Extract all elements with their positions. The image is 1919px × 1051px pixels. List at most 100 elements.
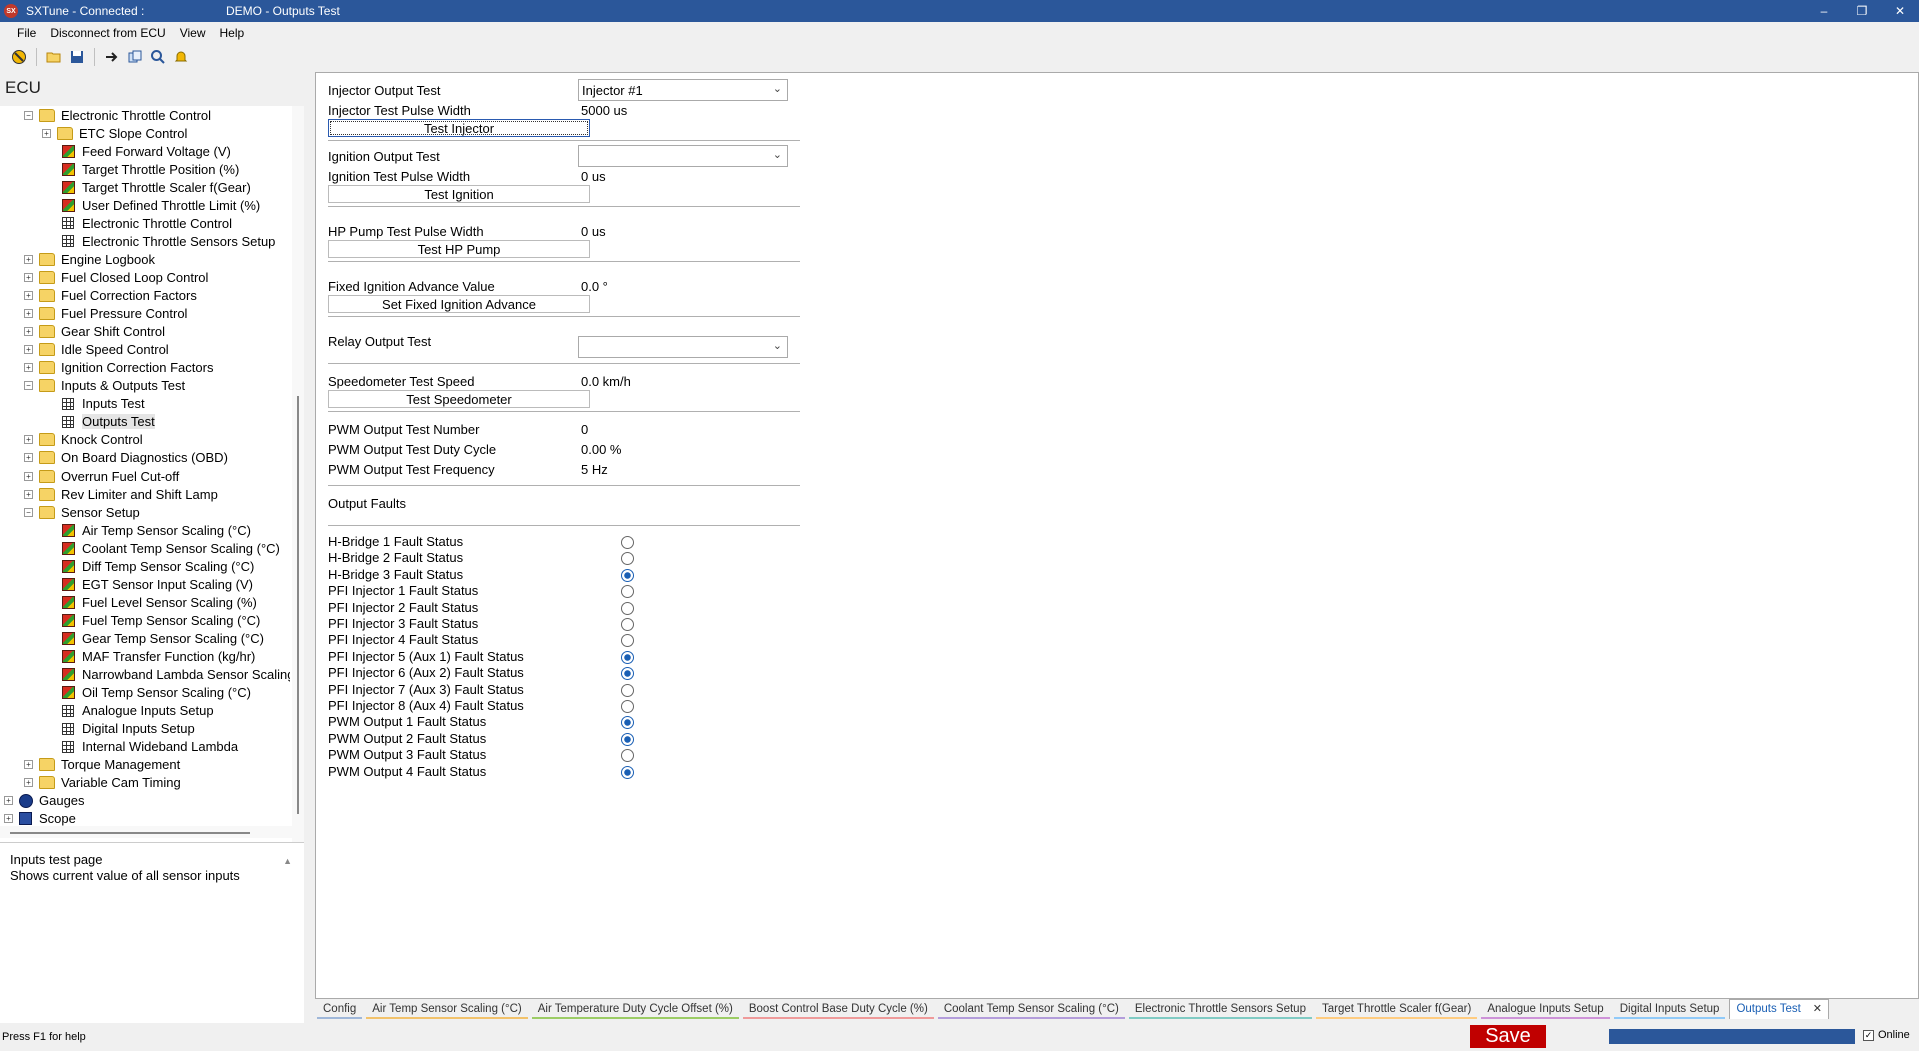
tree-item[interactable]: Fuel Temp Sensor Scaling (°C) — [62, 611, 260, 629]
doc-tab[interactable]: Boost Control Base Duty Cycle (%) — [742, 1001, 934, 1019]
pwm-number-field[interactable]: 0 — [578, 420, 690, 439]
save-button[interactable]: Save — [1470, 1025, 1546, 1048]
tree-item[interactable]: Air Temp Sensor Scaling (°C) — [62, 521, 251, 539]
ignition-output-select[interactable]: ⌄ — [578, 145, 788, 167]
expand-icon[interactable]: + — [24, 760, 33, 770]
doc-tab[interactable]: Outputs Test ✕ — [1729, 999, 1830, 1019]
tree-item[interactable]: Electronic Throttle Control — [62, 214, 232, 232]
doc-tab[interactable]: Air Temperature Duty Cycle Offset (%) — [531, 1001, 739, 1019]
relay-output-select[interactable]: ⌄ — [578, 336, 788, 358]
tree-item[interactable]: + Ignition Correction Factors — [24, 359, 213, 377]
tree-item[interactable]: MAF Transfer Function (kg/hr) — [62, 648, 255, 666]
tree-item[interactable]: + Variable Cam Timing — [24, 774, 181, 792]
tree-item[interactable]: + Gauges — [4, 792, 85, 810]
tree-item[interactable]: Target Throttle Scaler f(Gear) — [62, 178, 251, 196]
expand-icon[interactable]: + — [42, 128, 51, 138]
tree-item[interactable]: Electronic Throttle Sensors Setup — [62, 232, 275, 250]
expand-icon[interactable]: + — [4, 814, 13, 824]
open-icon[interactable] — [45, 48, 63, 66]
copy-icon[interactable] — [126, 48, 144, 66]
search-icon[interactable] — [149, 48, 167, 66]
tree-item[interactable]: + Fuel Correction Factors — [24, 287, 197, 305]
close-button[interactable]: ✕ — [1881, 0, 1919, 22]
tree-item[interactable]: Internal Wideband Lambda — [62, 738, 238, 756]
tree-item[interactable]: + ETC Slope Control — [42, 124, 187, 142]
expand-icon[interactable]: + — [24, 291, 33, 300]
tree-item[interactable]: + Rev Limiter and Shift Lamp — [24, 485, 218, 503]
close-tab-icon[interactable]: ✕ — [1813, 1003, 1822, 1015]
expand-icon[interactable]: + — [24, 363, 33, 373]
online-toggle[interactable]: ✓ Online — [1863, 1029, 1910, 1041]
tree-item[interactable]: Narrowband Lambda Sensor Scaling — [62, 666, 290, 684]
doc-tab[interactable]: Coolant Temp Sensor Scaling (°C) — [937, 1001, 1125, 1019]
disconnect-icon[interactable] — [10, 48, 28, 66]
restore-button[interactable]: ❐ — [1843, 0, 1881, 22]
collapse-icon[interactable]: − — [24, 507, 33, 517]
expand-icon[interactable]: + — [24, 453, 33, 463]
tree-item[interactable]: + Engine Logbook — [24, 250, 155, 268]
expand-icon[interactable]: + — [24, 489, 33, 499]
injector-pw-field[interactable]: 5000 us — [578, 101, 690, 120]
doc-tab[interactable]: Config — [317, 1001, 363, 1019]
expand-icon[interactable]: + — [24, 435, 33, 445]
send-icon[interactable] — [103, 48, 121, 66]
tree-item[interactable]: Gear Temp Sensor Scaling (°C) — [62, 629, 264, 647]
minimize-button[interactable]: – — [1805, 0, 1843, 22]
test-ignition-button[interactable]: Test Ignition — [328, 185, 590, 203]
menu-disconnect[interactable]: Disconnect from ECU — [43, 26, 172, 40]
tree-item[interactable]: + On Board Diagnostics (OBD) — [24, 449, 228, 467]
scroll-up-icon[interactable]: ▲ — [283, 853, 292, 869]
tree-item[interactable]: Analogue Inputs Setup — [62, 702, 214, 720]
online-checkbox[interactable]: ✓ — [1863, 1029, 1874, 1041]
panel-splitter[interactable] — [304, 72, 315, 1007]
hp-pump-pw-field[interactable]: 0 us — [578, 222, 690, 241]
tree-item[interactable]: Feed Forward Voltage (V) — [62, 142, 231, 160]
expand-icon[interactable]: + — [24, 254, 33, 264]
test-injector-button[interactable]: Test Injector — [328, 119, 590, 137]
doc-tab[interactable]: Analogue Inputs Setup — [1481, 1001, 1610, 1019]
tree-item[interactable]: Target Throttle Position (%) — [62, 160, 239, 178]
tree-item[interactable]: − Inputs & Outputs Test — [24, 377, 185, 395]
tree-item[interactable]: − Electronic Throttle Control — [24, 106, 211, 124]
tree-item[interactable]: + Idle Speed Control — [24, 341, 169, 359]
doc-tab[interactable]: Digital Inputs Setup — [1613, 1001, 1726, 1019]
test-hp-pump-button[interactable]: Test HP Pump — [328, 240, 590, 258]
tree-item[interactable]: + Fuel Closed Loop Control — [24, 268, 208, 286]
tree-item[interactable]: Digital Inputs Setup — [62, 720, 195, 738]
test-speedometer-button[interactable]: Test Speedometer — [328, 390, 590, 408]
tree-horizontal-scrollbar[interactable] — [0, 826, 292, 838]
collapse-icon[interactable]: − — [24, 381, 33, 391]
speedometer-field[interactable]: 0.0 km/h — [578, 372, 690, 391]
tree-item[interactable]: + Knock Control — [24, 431, 143, 449]
pwm-duty-field[interactable]: 0.00 % — [578, 440, 690, 459]
tree-item[interactable]: + Gear Shift Control — [24, 323, 165, 341]
expand-icon[interactable]: + — [24, 309, 33, 319]
tree-item[interactable]: Diff Temp Sensor Scaling (°C) — [62, 557, 254, 575]
tree-item[interactable]: Coolant Temp Sensor Scaling (°C) — [62, 539, 280, 557]
tree-item[interactable]: EGT Sensor Input Scaling (V) — [62, 575, 253, 593]
save-icon[interactable] — [68, 48, 86, 66]
tree-item[interactable]: + Torque Management — [24, 756, 180, 774]
doc-tab[interactable]: Target Throttle Scaler f(Gear) — [1315, 1001, 1478, 1019]
tree-item[interactable]: User Defined Throttle Limit (%) — [62, 196, 260, 214]
injector-output-select[interactable]: Injector #1 ⌄ — [578, 79, 788, 101]
doc-tab[interactable]: Air Temp Sensor Scaling (°C) — [366, 1001, 528, 1019]
tree-item[interactable]: + Overrun Fuel Cut-off — [24, 467, 179, 485]
set-fixed-ignition-button[interactable]: Set Fixed Ignition Advance — [328, 295, 590, 313]
tree-item[interactable]: + Scope — [4, 810, 76, 826]
bell-icon[interactable] — [172, 48, 190, 66]
expand-icon[interactable]: + — [24, 345, 33, 355]
tree-vertical-scrollbar[interactable] — [292, 106, 304, 846]
expand-icon[interactable]: + — [24, 471, 33, 481]
expand-icon[interactable]: + — [4, 796, 13, 806]
expand-icon[interactable]: + — [24, 327, 33, 337]
expand-icon[interactable]: + — [24, 778, 33, 788]
menu-file[interactable]: File — [10, 26, 43, 40]
pwm-frequency-field[interactable]: 5 Hz — [578, 460, 690, 479]
expand-icon[interactable]: + — [24, 272, 33, 282]
fixed-ignition-field[interactable]: 0.0 ° — [578, 277, 690, 296]
tree-item[interactable]: + Fuel Pressure Control — [24, 305, 187, 323]
menu-view[interactable]: View — [173, 26, 213, 40]
tree-item[interactable]: Fuel Level Sensor Scaling (%) — [62, 593, 257, 611]
ignition-pw-field[interactable]: 0 us — [578, 167, 690, 186]
